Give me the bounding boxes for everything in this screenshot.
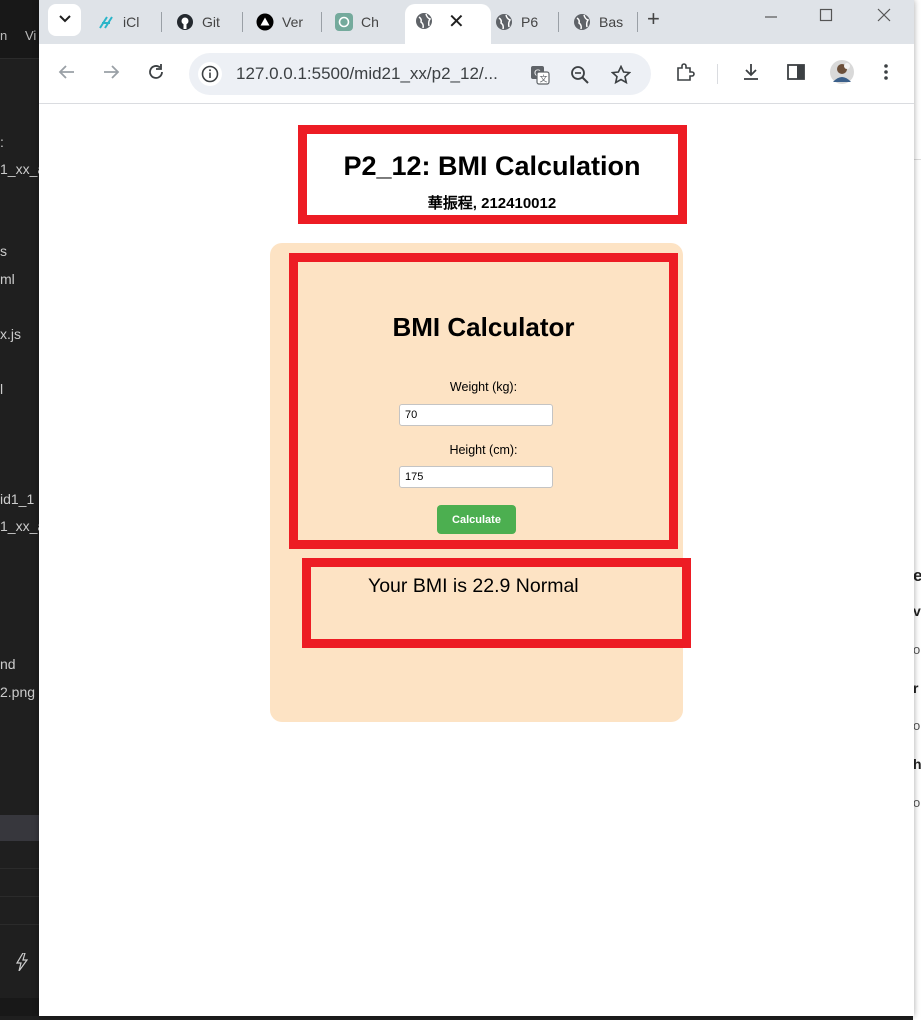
background-text: h — [913, 756, 921, 772]
tab-icloud[interactable]: iCl — [97, 6, 139, 38]
close-tab-icon[interactable]: ✕ — [448, 9, 465, 34]
reload-icon[interactable] — [144, 60, 168, 84]
explorer-item[interactable]: 2.png — [0, 684, 35, 700]
explorer-item[interactable]: 1_xx_a — [0, 518, 40, 534]
explorer-item[interactable]: l — [0, 381, 3, 397]
tab-label: iCl — [123, 14, 140, 30]
translate-icon[interactable]: G文 — [529, 64, 551, 86]
github-icon — [176, 13, 194, 31]
background-text: or — [913, 718, 921, 733]
tab-label: Ver — [282, 14, 304, 30]
maximize-icon[interactable] — [819, 8, 833, 27]
tab-label: P6 — [521, 14, 539, 30]
explorer-item[interactable]: s — [0, 243, 7, 259]
height-input[interactable] — [399, 466, 553, 488]
explorer-selected-row[interactable] — [0, 815, 40, 841]
url-text[interactable]: 127.0.0.1:5500/mid21_xx/p2_12/... — [236, 64, 498, 84]
tab-strip: iCl Git Ver Ch ✕ P6 Bas + — [39, 0, 914, 44]
editor-menu-item[interactable]: n — [0, 28, 7, 43]
explorer-item[interactable]: ml — [0, 271, 15, 287]
tab-p6[interactable]: P6 — [495, 6, 538, 38]
weight-input[interactable] — [399, 404, 553, 426]
result-annotation-box: Your BMI is 22.9 Normal — [302, 558, 691, 648]
tab-bas[interactable]: Bas — [573, 6, 623, 38]
background-document-edge: e v or r or h or — [913, 0, 921, 1020]
bmi-result-text: Your BMI is 22.9 Normal — [368, 575, 579, 597]
weight-label: Weight (kg): — [449, 380, 518, 394]
tab-github[interactable]: Git — [176, 6, 220, 38]
web-page: P2_12: BMI Calculation 華振程, 212410012 BM… — [39, 105, 914, 1016]
tab-label: Git — [202, 14, 220, 30]
svg-text:文: 文 — [540, 74, 548, 84]
site-info-icon[interactable] — [198, 62, 222, 86]
bookmark-star-icon[interactable] — [610, 64, 632, 86]
side-panel-icon[interactable] — [784, 60, 808, 84]
back-arrow-icon[interactable] — [55, 60, 79, 84]
icloud-tool-icon — [97, 13, 115, 31]
explorer-item[interactable]: nd — [0, 656, 16, 672]
close-window-icon[interactable] — [877, 8, 891, 27]
background-editor-sidebar: n Vi : 1_xx_a s ml x.js l id1_1 1_xx_a n… — [0, 0, 40, 1020]
calculator-annotation-box: BMI Calculator Weight (kg): Height (cm):… — [289, 253, 678, 549]
profile-avatar[interactable] — [828, 58, 856, 86]
explorer-item[interactable]: x.js — [0, 326, 21, 342]
background-text: or — [913, 795, 921, 810]
browser-toolbar: 127.0.0.1:5500/mid21_xx/p2_12/... G文 — [39, 44, 914, 104]
globe-icon — [495, 13, 513, 31]
background-text: e — [913, 566, 921, 585]
globe-icon — [573, 13, 591, 31]
tab-vercel[interactable]: Ver — [256, 6, 303, 38]
page-subtitle: 華振程, 212410012 — [427, 195, 557, 212]
page-title: P2_12: BMI Calculation — [343, 151, 641, 181]
vercel-icon — [256, 13, 274, 31]
explorer-item[interactable]: 1_xx_a — [0, 161, 40, 177]
tab-label: Ch — [361, 14, 379, 30]
chevron-down-icon — [58, 14, 71, 26]
header-annotation-box: P2_12: BMI Calculation 華振程, 212410012 — [298, 125, 687, 224]
extensions-icon[interactable] — [673, 60, 697, 84]
explorer-item[interactable]: id1_1 — [0, 491, 34, 507]
tab-label: Bas — [599, 14, 624, 30]
editor-menu-item[interactable]: Vi — [25, 28, 36, 43]
address-bar[interactable]: 127.0.0.1:5500/mid21_xx/p2_12/... G文 — [189, 53, 651, 95]
background-text: v — [913, 603, 921, 619]
download-icon[interactable] — [739, 60, 763, 84]
background-editor-bottom — [0, 1016, 921, 1020]
menu-kebab-icon[interactable] — [874, 60, 898, 84]
tab-chatgpt[interactable]: Ch — [335, 6, 379, 38]
minimize-icon[interactable] — [764, 8, 778, 27]
calculate-button[interactable]: Calculate — [437, 505, 516, 534]
forward-arrow-icon[interactable] — [99, 60, 123, 84]
chatgpt-icon — [335, 13, 353, 31]
zoom-icon[interactable] — [569, 64, 591, 86]
globe-icon — [415, 12, 433, 30]
new-tab-icon[interactable]: + — [647, 6, 660, 32]
tab-active[interactable]: ✕ — [405, 4, 491, 44]
background-text: or — [913, 642, 921, 657]
height-label: Height (cm): — [449, 443, 518, 457]
tab-search-button[interactable] — [48, 4, 81, 36]
lightning-icon[interactable] — [15, 952, 29, 975]
explorer-item[interactable]: : — [0, 134, 4, 150]
browser-window: iCl Git Ver Ch ✕ P6 Bas + 127.0.0.1:5500… — [39, 0, 914, 1016]
calculator-title: BMI Calculator — [392, 312, 575, 342]
